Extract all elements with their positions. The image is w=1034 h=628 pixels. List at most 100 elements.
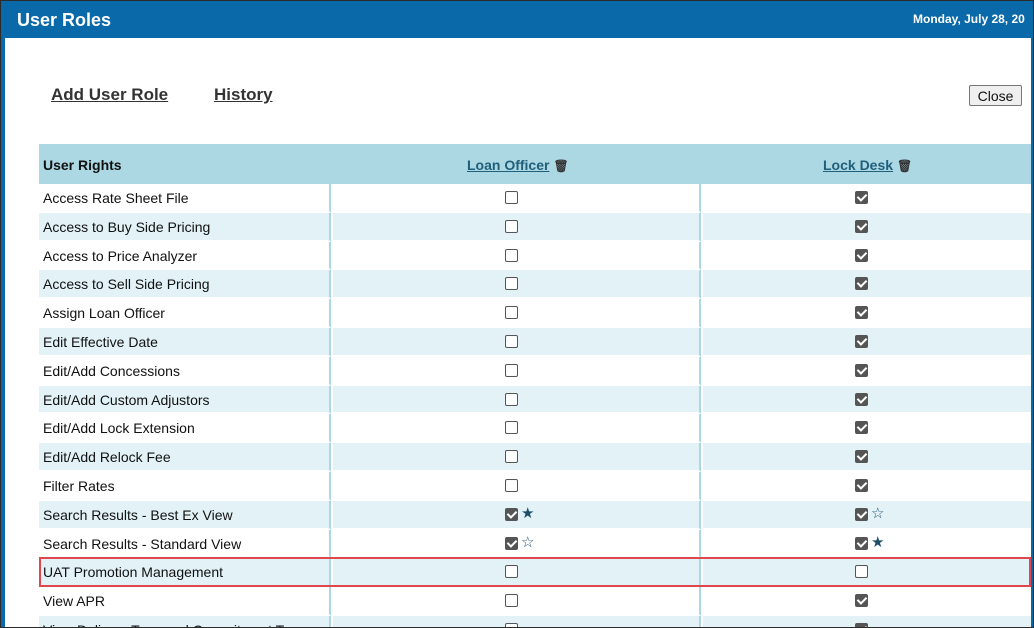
table-row: Access to Price Analyzer xyxy=(39,241,1031,271)
lock-desk-checkbox[interactable] xyxy=(855,622,868,627)
loan-officer-checkbox[interactable] xyxy=(505,306,518,320)
lock-desk-checkbox[interactable] xyxy=(855,363,868,377)
table-row: Filter Rates xyxy=(39,471,1031,501)
lock-desk-cell: ★ xyxy=(703,529,1031,559)
user-right-cell: UAT Promotion Management xyxy=(39,558,331,588)
lock-desk-checkbox[interactable] xyxy=(855,191,868,204)
lock-desk-cell xyxy=(703,327,1031,357)
loan-officer-checkbox[interactable] xyxy=(505,191,518,204)
user-right-label: Access Rate Sheet File xyxy=(43,190,189,206)
lock-desk-checkbox[interactable] xyxy=(855,507,868,521)
lock-desk-checkbox[interactable] xyxy=(855,478,868,492)
column-header-lock-desk: Lock Desk 🗑 xyxy=(823,157,912,173)
user-right-cell: Edit Effective Date xyxy=(39,327,331,357)
loan-officer-cell xyxy=(333,587,701,616)
lock-desk-cell xyxy=(703,385,1031,415)
table-row: Access Rate Sheet File xyxy=(39,184,1031,213)
loan-officer-checkbox[interactable] xyxy=(505,248,518,262)
lock-desk-cell xyxy=(703,414,1031,444)
loan-officer-column-link[interactable]: Loan Officer xyxy=(467,157,549,173)
user-right-label: Search Results - Standard View xyxy=(43,535,242,552)
lock-desk-checkbox[interactable] xyxy=(855,277,868,291)
user-right-cell: Search Results - Best Ex View xyxy=(39,500,331,530)
loan-officer-cell xyxy=(333,471,701,501)
lock-desk-cell xyxy=(703,241,1031,271)
table-row: Edit/Add Lock Extension xyxy=(39,414,1031,444)
loan-officer-checkbox[interactable] xyxy=(505,565,518,579)
table-row: Access to Sell Side Pricing xyxy=(39,270,1031,300)
user-right-cell: Access to Price Analyzer xyxy=(39,241,331,271)
lock-desk-cell xyxy=(703,299,1031,328)
trash-icon[interactable]: 🗑 xyxy=(553,159,568,173)
lock-desk-checkbox[interactable] xyxy=(855,565,868,579)
table-row: Search Results - Standard View ☆ ★ xyxy=(39,529,1031,559)
lock-desk-checkbox[interactable] xyxy=(855,536,868,550)
user-right-label: Edit/Add Relock Fee xyxy=(43,449,171,466)
user-right-cell: Filter Rates xyxy=(39,471,331,501)
loan-officer-checkbox[interactable] xyxy=(505,277,518,291)
user-right-label: View APR xyxy=(43,593,105,610)
user-right-cell: Edit/Add Lock Extension xyxy=(39,414,331,444)
loan-officer-checkbox[interactable] xyxy=(505,392,518,406)
loan-officer-checkbox[interactable] xyxy=(505,450,518,464)
loan-officer-checkbox[interactable] xyxy=(505,594,518,608)
lock-desk-cell xyxy=(703,558,1031,588)
user-right-cell: Access Rate Sheet File xyxy=(39,184,331,213)
loan-officer-checkbox[interactable] xyxy=(505,622,518,627)
lock-desk-checkbox[interactable] xyxy=(855,450,868,464)
add-user-role-link[interactable]: Add User Role xyxy=(51,85,168,105)
user-right-cell: Edit/Add Relock Fee xyxy=(39,443,331,472)
user-right-label: Access to Buy Side Pricing xyxy=(43,218,211,235)
title-bar: User Roles Monday, July 28, 20 xyxy=(5,1,1033,38)
table-body: Access Rate Sheet File Access to Buy Side… xyxy=(39,184,1031,627)
lock-desk-checkbox[interactable] xyxy=(855,392,868,406)
table-row: Access to Buy Side Pricing xyxy=(39,212,1031,242)
user-right-label: View Delivery Type and Commitment Ty xyxy=(43,622,290,627)
lock-desk-cell xyxy=(703,212,1031,242)
user-right-cell: Edit/Add Concessions xyxy=(39,356,331,386)
loan-officer-checkbox[interactable] xyxy=(505,334,518,348)
history-link[interactable]: History xyxy=(214,85,273,105)
lock-desk-cell xyxy=(703,443,1031,472)
trash-icon[interactable]: 🗑 xyxy=(897,159,912,173)
window-left-border xyxy=(1,1,5,627)
lock-desk-checkbox[interactable] xyxy=(855,421,868,435)
star-filled-icon[interactable]: ★ xyxy=(521,505,534,522)
user-right-cell: View Delivery Type and Commitment Ty xyxy=(39,615,331,627)
loan-officer-checkbox[interactable] xyxy=(505,507,518,521)
lock-desk-checkbox[interactable] xyxy=(855,248,868,262)
star-outline-icon[interactable]: ☆ xyxy=(871,505,884,522)
star-outline-icon[interactable]: ☆ xyxy=(521,534,534,551)
lock-desk-checkbox[interactable] xyxy=(855,334,868,348)
loan-officer-checkbox[interactable] xyxy=(505,363,518,377)
loan-officer-cell xyxy=(333,558,701,588)
loan-officer-cell xyxy=(333,212,701,242)
user-right-label: UAT Promotion Management xyxy=(43,564,224,581)
user-right-cell: Assign Loan Officer xyxy=(39,299,331,328)
current-date: Monday, July 28, 20 xyxy=(913,12,1025,26)
lock-desk-cell: ☆ xyxy=(703,500,1031,530)
star-filled-icon[interactable]: ★ xyxy=(871,534,884,551)
loan-officer-cell xyxy=(333,385,701,415)
user-right-cell: Edit/Add Custom Adjustors xyxy=(39,385,331,415)
loan-officer-checkbox[interactable] xyxy=(505,219,518,233)
loan-officer-checkbox[interactable] xyxy=(505,536,518,550)
user-rights-table: User Rights Loan Officer 🗑 Lock Desk 🗑 Acc… xyxy=(39,144,1031,627)
user-right-cell: Access to Sell Side Pricing xyxy=(39,270,331,300)
user-right-label: Filter Rates xyxy=(43,477,115,494)
table-header: User Rights Loan Officer 🗑 Lock Desk 🗑 xyxy=(39,144,1031,184)
close-button[interactable]: Close xyxy=(969,85,1022,106)
lock-desk-checkbox[interactable] xyxy=(855,594,868,608)
lock-desk-checkbox[interactable] xyxy=(855,306,868,320)
table-row: Assign Loan Officer xyxy=(39,299,1031,328)
loan-officer-checkbox[interactable] xyxy=(505,478,518,492)
user-rights-header: User Rights xyxy=(43,157,122,173)
loan-officer-checkbox[interactable] xyxy=(505,421,518,435)
window-title: User Roles xyxy=(17,10,112,30)
lock-desk-cell xyxy=(703,184,1031,213)
table-row: Edit Effective Date xyxy=(39,327,1031,357)
lock-desk-checkbox[interactable] xyxy=(855,219,868,233)
user-right-label: Assign Loan Officer xyxy=(43,305,165,322)
user-right-label: Edit Effective Date xyxy=(43,333,158,350)
lock-desk-column-link[interactable]: Lock Desk xyxy=(823,157,893,173)
